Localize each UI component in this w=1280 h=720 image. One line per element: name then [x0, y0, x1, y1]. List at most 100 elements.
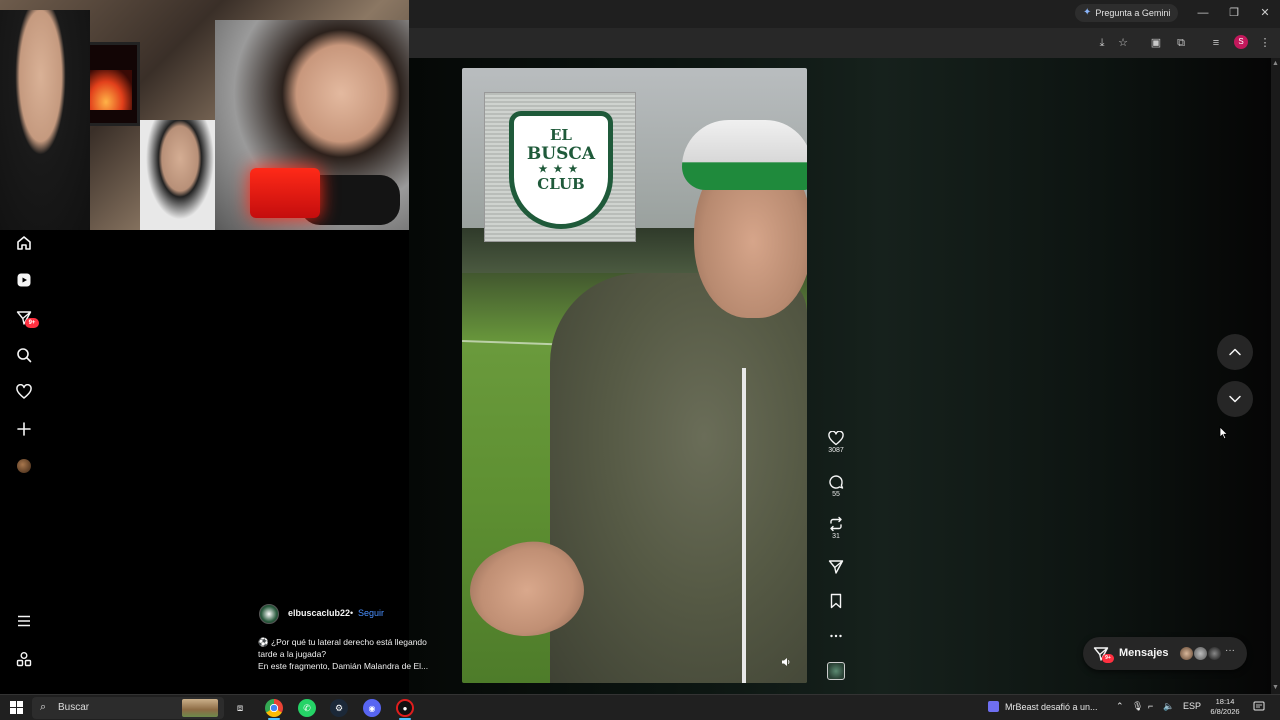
- news-icon: [988, 701, 999, 712]
- microphone-icon[interactable]: 🎙: [1132, 701, 1143, 712]
- more-options-button[interactable]: [824, 628, 848, 644]
- mouse-cursor-icon: [1219, 426, 1229, 440]
- clock-date: 6/8/2026: [1210, 707, 1240, 716]
- taskbar-search-placeholder: Buscar: [58, 702, 90, 713]
- webcam-overlay: [0, 0, 409, 230]
- repost-icon: [830, 516, 842, 532]
- home-icon[interactable]: [14, 233, 34, 253]
- next-reel-button[interactable]: [1217, 381, 1253, 417]
- contact-avatar: [1193, 646, 1208, 661]
- notifications-icon[interactable]: [1253, 701, 1265, 713]
- logo-text: BUSCA: [526, 144, 596, 164]
- caption-text[interactable]: ⚽ ¿Por qué tu lateral derecho está llega…: [258, 636, 458, 672]
- logo-text: CLUB: [537, 175, 585, 193]
- comment-bubble-icon: [829, 475, 844, 489]
- taskbar-clock[interactable]: 18:14 6/8/2026: [1205, 697, 1245, 717]
- likes-count: 3087: [828, 447, 844, 454]
- bookmark-star-icon[interactable]: ☆: [1116, 36, 1130, 50]
- page-scrollbar[interactable]: [1271, 58, 1280, 694]
- more-contacts-icon: ···: [1225, 645, 1235, 656]
- like-button[interactable]: 3087: [824, 431, 848, 454]
- webcam-person: [0, 10, 90, 230]
- search-highlight-image: [182, 699, 218, 717]
- windows-taskbar: ⌕ Buscar ⧈ ✆ ⚙ ◉ ● MrBeast desafió a un.…: [0, 694, 1280, 720]
- meta-apps-icon[interactable]: [14, 649, 34, 669]
- tab-search-icon[interactable]: ▣: [1149, 36, 1163, 50]
- obs-icon[interactable]: ●: [396, 699, 414, 717]
- comment-button[interactable]: 55: [824, 474, 848, 498]
- install-app-icon[interactable]: ⤓: [1095, 36, 1109, 50]
- steam-icon[interactable]: ⚙: [330, 699, 348, 717]
- task-view-icon[interactable]: ⧈: [231, 699, 249, 717]
- chevron-up-icon: [1229, 348, 1241, 356]
- discord-icon[interactable]: ◉: [363, 699, 381, 717]
- contact-avatar: [1207, 646, 1222, 661]
- clock-time: 18:14: [1215, 697, 1235, 706]
- reading-list-icon[interactable]: ≡: [1209, 36, 1223, 50]
- language-indicator[interactable]: ESP: [1183, 701, 1201, 711]
- author-avatar[interactable]: [259, 604, 279, 624]
- messages-badge: 9+: [25, 318, 39, 328]
- news-headline: MrBeast desafió a un...: [1005, 701, 1098, 712]
- browser-profile-avatar[interactable]: S: [1234, 35, 1248, 49]
- chevron-down-icon: [1229, 395, 1241, 403]
- volume-icon[interactable]: [780, 657, 792, 669]
- scroll-up-arrow-icon[interactable]: ▲: [1272, 60, 1279, 67]
- screen: ✦ Pregunta a Gemini — ❐ ✕ ⤓ ☆ ▣ ⧉ ≡ ⋮ S …: [0, 0, 1280, 720]
- search-icon[interactable]: [14, 345, 34, 365]
- scroll-down-arrow-icon[interactable]: ▼: [1272, 684, 1279, 691]
- club-shield-logo: EL BUSCA ★★★ CLUB: [509, 111, 613, 229]
- video-jacket-zipper: [742, 368, 746, 683]
- share-button[interactable]: [824, 559, 848, 575]
- share-send-icon: [828, 560, 844, 574]
- author-username[interactable]: elbuscaclub22: [288, 608, 350, 618]
- sidebar-background: [0, 230, 409, 694]
- whatsapp-icon[interactable]: ✆: [298, 699, 316, 717]
- volume-tray-icon[interactable]: 🔈: [1163, 701, 1174, 712]
- reposts-count: 31: [832, 533, 840, 540]
- video-person-cap: [682, 120, 807, 190]
- restore-button[interactable]: ❐: [1224, 5, 1244, 21]
- like-heart-icon: [828, 431, 844, 446]
- close-window-button[interactable]: ✕: [1255, 5, 1275, 21]
- club-logo-overlay: EL BUSCA ★★★ CLUB: [484, 92, 636, 242]
- tray-chevron-icon[interactable]: ⌃: [1116, 701, 1124, 712]
- webcam-person: [140, 120, 220, 230]
- save-button[interactable]: [824, 593, 848, 609]
- plus-icon[interactable]: [14, 419, 34, 439]
- reel-video[interactable]: EL BUSCA ★★★ CLUB: [462, 68, 807, 683]
- profile-avatar[interactable]: [17, 459, 31, 473]
- heart-icon[interactable]: [14, 382, 34, 402]
- logo-text: EL: [550, 126, 572, 144]
- previous-reel-button[interactable]: [1217, 334, 1253, 370]
- news-widget[interactable]: MrBeast desafió a un...: [988, 701, 1098, 712]
- more-dots-icon: [830, 634, 842, 638]
- caption-line: ⚽ ¿Por qué tu lateral derecho está llega…: [258, 637, 427, 647]
- messages-pill-button[interactable]: 9+ Mensajes ···: [1083, 637, 1247, 670]
- gemini-spark-icon: ✦: [1083, 7, 1092, 18]
- taskbar-search-box[interactable]: ⌕ Buscar: [32, 697, 224, 719]
- repost-button[interactable]: 31: [824, 516, 848, 540]
- bookmark-icon: [830, 593, 842, 609]
- comments-count: 55: [832, 491, 840, 498]
- messages-badge: 9+: [1102, 654, 1114, 663]
- gemini-button[interactable]: ✦ Pregunta a Gemini: [1075, 4, 1179, 22]
- original-audio-thumbnail[interactable]: [827, 662, 845, 680]
- extensions-icon[interactable]: ⧉: [1174, 36, 1188, 50]
- reels-icon[interactable]: [14, 270, 34, 290]
- webcam-red-light: [250, 168, 320, 218]
- network-icon[interactable]: ⌐: [1148, 701, 1153, 711]
- caption-line: tarde a la jugada?: [258, 649, 327, 659]
- caption-line: En este fragmento, Damián Malandra de El…: [258, 661, 429, 671]
- menu-icon[interactable]: [14, 611, 34, 631]
- chrome-icon[interactable]: [265, 699, 283, 717]
- browser-menu-icon[interactable]: ⋮: [1258, 36, 1272, 50]
- minimize-button[interactable]: —: [1193, 5, 1213, 21]
- separator-dot: •: [350, 608, 354, 618]
- windows-start-icon[interactable]: [10, 701, 23, 714]
- contact-avatar: [1179, 646, 1194, 661]
- follow-link[interactable]: Seguir: [358, 608, 384, 618]
- video-person-jacket: [550, 273, 807, 683]
- gemini-label: Pregunta a Gemini: [1095, 8, 1171, 18]
- messages-label: Mensajes: [1119, 647, 1169, 659]
